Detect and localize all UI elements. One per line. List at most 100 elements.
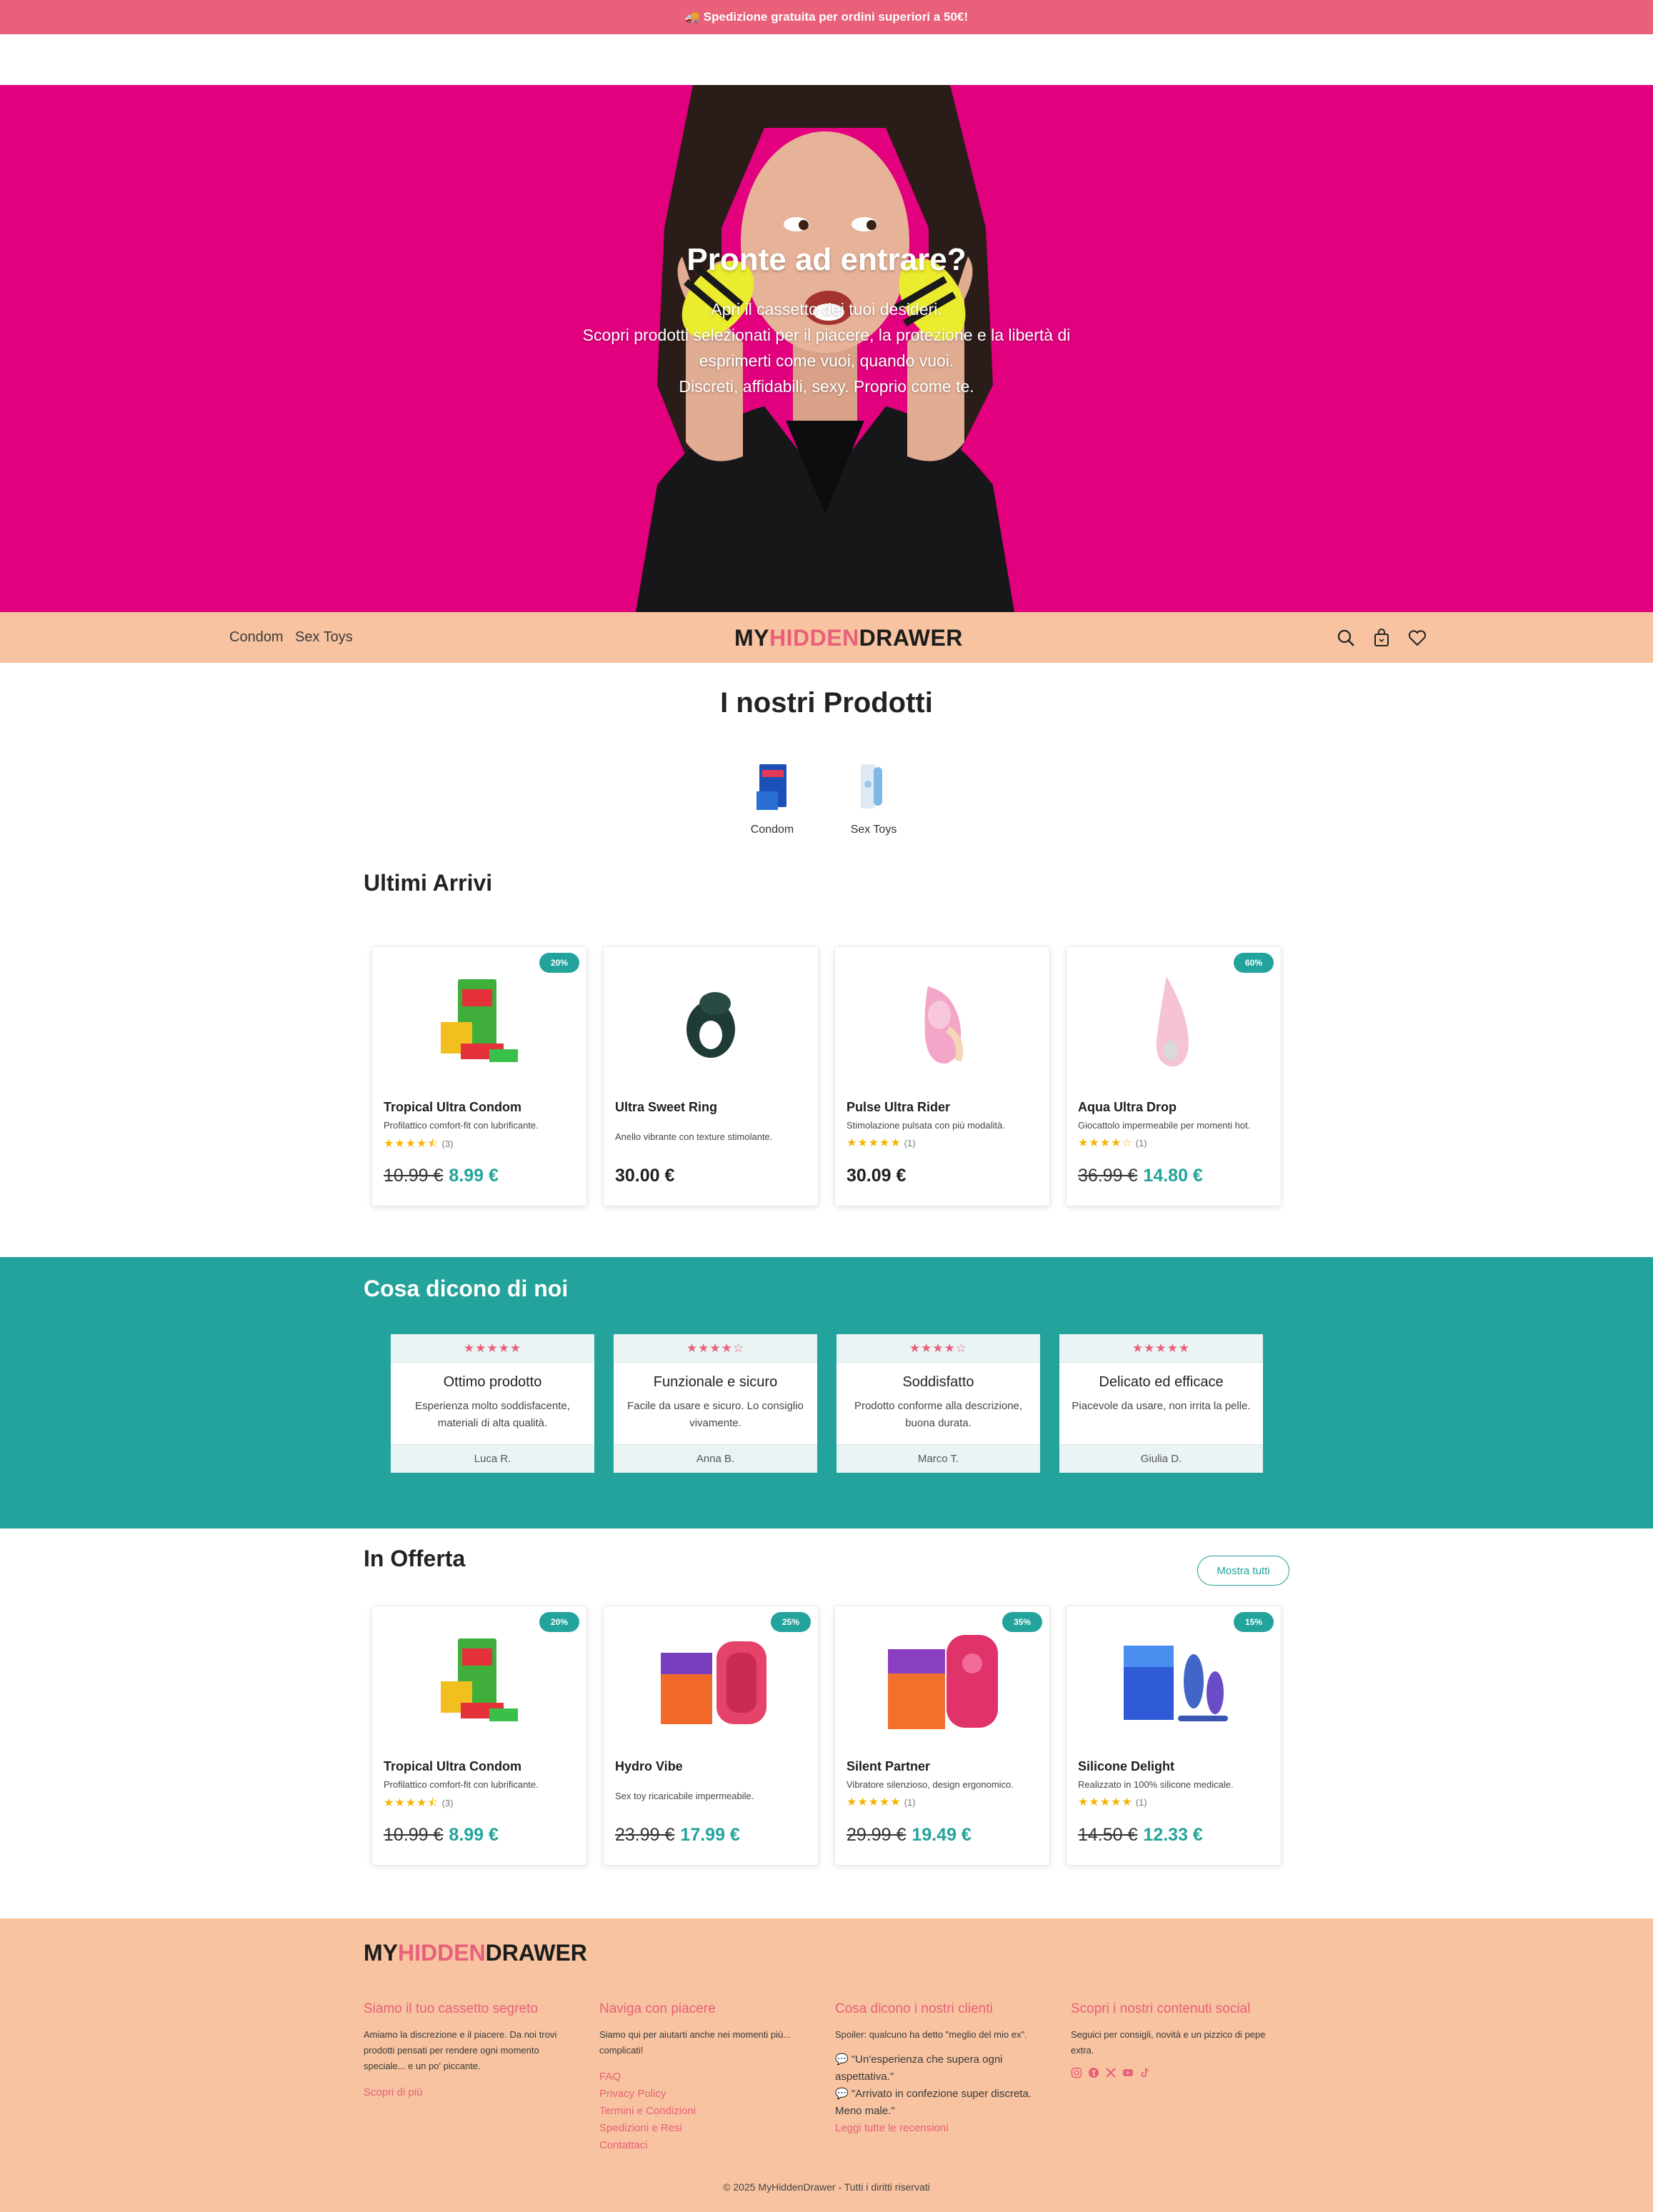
testimonial-card: ★★★★☆ Funzionale e sicuro Facile da usar… <box>614 1334 817 1473</box>
logo-part-drawer: DRAWER <box>859 625 963 651</box>
testimonial-body: Piacevole da usare, non irrita la pelle. <box>1072 1400 1251 1412</box>
toy-box-image <box>861 764 882 809</box>
footer: MYHIDDENDRAWER Siamo il tuo cassetto seg… <box>0 1918 1653 2212</box>
youtube-icon[interactable] <box>1122 2067 1134 2078</box>
testimonial-card: ★★★★★ Delicato ed efficace Piacevole da … <box>1059 1334 1263 1473</box>
logo-part-my: MY <box>734 625 769 651</box>
product-card[interactable]: 20% Tropical Ultra Condom Profilattico c… <box>371 1606 587 1866</box>
testimonial-author: Marco T. <box>837 1444 1040 1473</box>
product-card[interactable]: 25% Hydro Vibe Sex toy ricaricabile impe… <box>603 1606 819 1866</box>
testimonials-title: Cosa dicono di noi <box>364 1276 569 1301</box>
footer-quote: 💬 "Un'esperienza che supera ogni <box>835 2053 1003 2066</box>
product-price: 10.99 €8.99 € <box>384 1825 499 1845</box>
footer-logo[interactable]: MYHIDDENDRAWER <box>364 1940 587 1966</box>
condom-pack-image <box>441 979 518 1062</box>
product-name: Silent Partner <box>847 1759 931 1773</box>
product-price: 30.00 € <box>615 1166 675 1186</box>
product-card[interactable]: 15% Silicone Delight Realizzato in 100% … <box>1066 1606 1282 1866</box>
nav-icons <box>1336 628 1427 648</box>
product-price: 30.09 € <box>847 1166 907 1186</box>
footer-heading: Naviga con piacere <box>599 2001 716 2016</box>
search-icon[interactable] <box>1336 628 1356 648</box>
product-card[interactable]: 20% Tropical Ultra Condom Profilattico c… <box>371 946 587 1206</box>
rating-stars: ★★★★⯪ (3) <box>384 1797 454 1809</box>
footer-col-reviews: Cosa dicono i nostri clienti Spoiler: qu… <box>835 2001 1049 2137</box>
category-sex-toys[interactable]: Sex Toys <box>831 763 917 836</box>
contact-link[interactable]: Contattaci <box>599 2137 814 2154</box>
rating-stars: ★★★★★ (1) <box>847 1137 916 1149</box>
footer-col-social: Scopri i nostri contenuti social Seguici… <box>1071 2001 1285 2078</box>
social-icons <box>1071 2067 1285 2078</box>
product-card[interactable]: Pulse Ultra Rider Stimolazione pulsata c… <box>834 946 1050 1206</box>
product-desc: Realizzato in 100% silicone medicale. <box>1078 1779 1234 1790</box>
copyright: © 2025 MyHiddenDrawer - Tutti i diritti … <box>723 2181 930 2193</box>
main-nav: Condom Sex Toys MYHIDDENDRAWER <box>0 612 1653 663</box>
hero-line-4: Discreti, affidabili, sexy. Proprio come… <box>679 377 974 396</box>
privacy-link[interactable]: Privacy Policy <box>599 2086 814 2103</box>
x-icon[interactable] <box>1105 2067 1117 2078</box>
logo-part-drawer: DRAWER <box>485 1940 587 1966</box>
learn-more-link[interactable]: Scopri di più <box>364 2084 578 2101</box>
shipping-link[interactable]: Spedizioni e Resi <box>599 2120 814 2137</box>
drop-toy-image <box>1156 976 1189 1067</box>
product-desc: Vibratore silenzioso, design ergonomico. <box>847 1779 1014 1790</box>
offers-title: In Offerta <box>364 1546 466 1571</box>
testimonial-body: Facile da usare e sicuro. Lo consiglio v… <box>627 1400 804 1429</box>
logo-part-my: MY <box>364 1940 398 1966</box>
condom-box-image <box>756 764 786 810</box>
footer-text: speciale... e un po' piccante. <box>364 2061 481 2071</box>
nav-link-sex-toys[interactable]: Sex Toys <box>295 629 353 646</box>
facebook-icon[interactable] <box>1088 2067 1099 2078</box>
silent-partner-image <box>888 1635 998 1729</box>
product-card[interactable]: 35% Silent Partner Vibratore silenzioso,… <box>834 1606 1050 1866</box>
bag-icon[interactable] <box>1372 628 1392 648</box>
latest-title: Ultimi Arrivi <box>364 870 493 896</box>
logo-part-hidden: HIDDEN <box>769 625 859 651</box>
testimonials-section: Cosa dicono di noi ★★★★★ Ottimo prodotto… <box>0 1257 1653 1528</box>
pulse-toy-image <box>924 986 964 1064</box>
product-desc: Profilattico comfort-fit con lubrificant… <box>384 1779 539 1790</box>
testimonial-stars: ★★★★☆ <box>837 1334 1040 1363</box>
footer-col-about: Siamo il tuo cassetto segreto Amiamo la … <box>364 2001 578 2101</box>
footer-text: Seguici per consigli, novità e un pizzic… <box>1071 2029 1266 2040</box>
testimonial-body: Esperienza molto soddisfacente, material… <box>415 1400 570 1429</box>
terms-link[interactable]: Termini e Condizioni <box>599 2103 814 2120</box>
instagram-icon[interactable] <box>1071 2067 1082 2078</box>
product-price: 36.99 €14.80 € <box>1078 1166 1203 1186</box>
testimonial-title: Delicato ed efficace <box>1099 1374 1224 1390</box>
logo-part-hidden: HIDDEN <box>398 1940 486 1966</box>
category-condom[interactable]: Condom <box>729 763 815 836</box>
product-name: Pulse Ultra Rider <box>847 1100 951 1114</box>
faq-link[interactable]: FAQ <box>599 2068 814 2086</box>
product-desc: Sex toy ricaricabile impermeabile. <box>615 1791 754 1801</box>
logo[interactable]: MYHIDDENDRAWER <box>734 625 963 651</box>
testimonial-body: Prodotto conforme alla descrizione, buon… <box>854 1400 1023 1429</box>
product-desc: Giocattolo impermeabile per momenti hot. <box>1078 1120 1251 1131</box>
announcement-bar: 🚚 Spedizione gratuita per ordini superio… <box>0 0 1653 34</box>
product-desc: Anello vibrante con texture stimolante. <box>615 1131 773 1142</box>
header-spacer <box>0 34 1653 85</box>
hero-banner: Pronte ad entrare? Apri il cassetto dei … <box>0 85 1653 612</box>
testimonial-card: ★★★★★ Ottimo prodotto Esperienza molto s… <box>391 1334 594 1473</box>
product-card[interactable]: Ultra Sweet Ring Anello vibrante con tex… <box>603 946 819 1206</box>
nav-link-condom[interactable]: Condom <box>229 629 284 646</box>
footer-quote: Meno male." <box>835 2105 895 2117</box>
testimonial-title: Ottimo prodotto <box>443 1374 542 1390</box>
testimonial-stars: ★★★★☆ <box>614 1334 817 1363</box>
rating-stars: ★★★★⯪ (3) <box>384 1138 454 1150</box>
rating-stars: ★★★★★ (1) <box>847 1796 916 1808</box>
footer-text: complicati! <box>599 2045 644 2056</box>
tiktok-icon[interactable] <box>1139 2067 1151 2078</box>
heart-icon[interactable] <box>1407 628 1427 648</box>
footer-heading: Cosa dicono i nostri clienti <box>835 2001 993 2016</box>
category-label-sex-toys: Sex Toys <box>850 824 897 836</box>
footer-quote: 💬 "Arrivato in confezione super discreta… <box>835 2088 1032 2100</box>
product-price: 29.99 €19.49 € <box>847 1825 972 1845</box>
product-name: Silicone Delight <box>1078 1759 1175 1773</box>
announcement-text: 🚚 Spedizione gratuita per ordini superio… <box>684 10 969 24</box>
product-card[interactable]: 60% Aqua Ultra Drop Giocattolo impermeab… <box>1066 946 1282 1206</box>
ring-toy-image <box>686 992 735 1058</box>
all-reviews-link[interactable]: Leggi tutte le recensioni <box>835 2120 1049 2137</box>
product-price: 10.99 €8.99 € <box>384 1166 499 1186</box>
show-all-button[interactable]: Mostra tutti <box>1197 1556 1289 1586</box>
